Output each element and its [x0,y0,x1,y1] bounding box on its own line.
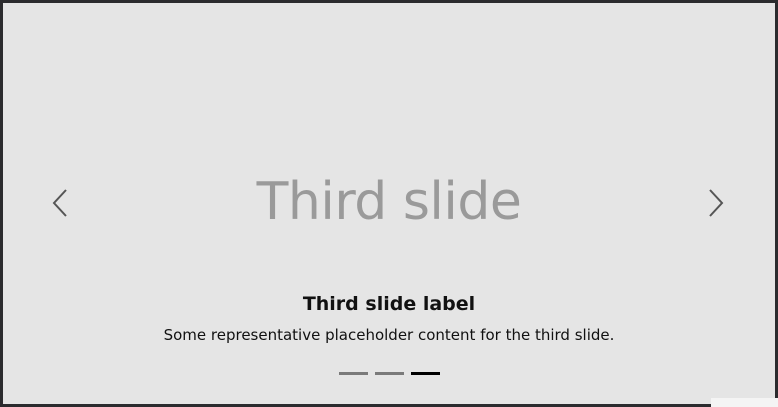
carousel-next-button[interactable] [695,183,735,223]
indicator-slide-3[interactable] [410,372,440,375]
chevron-right-icon [709,189,724,217]
carousel-indicators [3,372,775,375]
indicator-slide-1[interactable] [338,372,368,375]
slide-placeholder-text: Third slide [256,172,522,232]
indicator-slide-2[interactable] [374,372,404,375]
carousel-caption: Third slide label Some representative pl… [3,291,775,345]
caption-text: Some representative placeholder content … [163,326,615,344]
carousel: Third slide Third slide label Some repre… [3,3,775,404]
carousel-prev-button[interactable] [41,183,81,223]
window-corner-chip [711,398,778,407]
chevron-left-icon [52,189,67,217]
caption-title: Third slide label [302,293,476,315]
